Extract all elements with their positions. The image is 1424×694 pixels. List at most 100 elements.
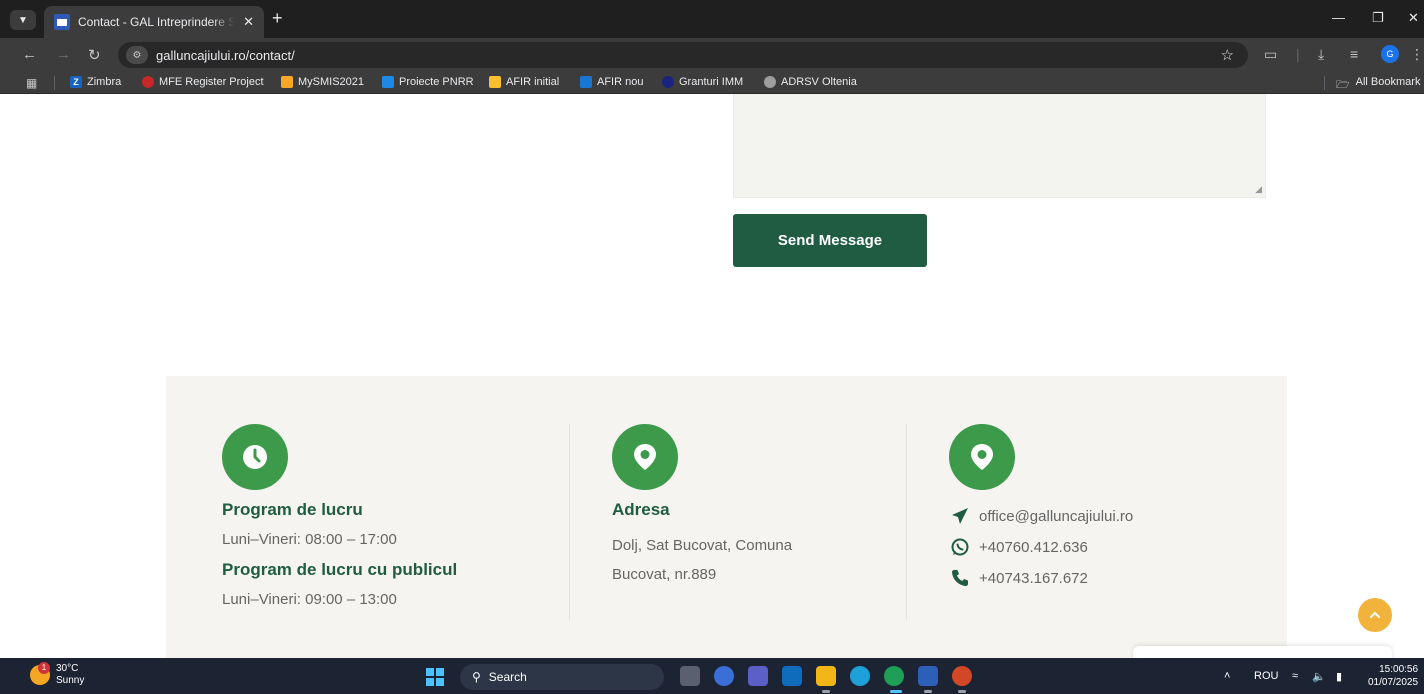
search-label: Search (488, 670, 527, 684)
address-line-2: Bucovat, nr.889 (612, 566, 717, 583)
bookmark-mysmis[interactable]: MySMIS2021 (281, 76, 364, 88)
download-icon[interactable]: ⤓ (1318, 46, 1324, 63)
globe-icon (764, 76, 776, 88)
clock-time: 15:00:56 (1379, 664, 1419, 675)
bookmark-adrsv-oltenia[interactable]: ADRSV Oltenia (764, 76, 857, 88)
weather-widget[interactable]: 1 30°C Sunny (30, 662, 85, 687)
public-schedule-heading: Program de lucru cu publicul (222, 560, 458, 579)
taskbar-search[interactable]: ⚲ Search (460, 664, 664, 690)
mfe-icon (142, 76, 154, 88)
language-indicator[interactable]: ROU (1254, 670, 1278, 682)
schedule-heading: Program de lucru (222, 500, 363, 519)
teams-icon[interactable] (748, 666, 768, 686)
active-tab[interactable]: Contact - GAL Intreprindere So ✕ (44, 6, 264, 38)
resize-grip-icon[interactable]: ◢ (1255, 184, 1262, 195)
apps-grid-icon[interactable]: ▦ (26, 76, 37, 90)
email-link[interactable]: office@galluncajiului.ro (950, 506, 1133, 526)
folder-icon: 🗁 (1336, 79, 1350, 91)
email-text[interactable]: office@galluncajiului.ro (979, 508, 1133, 525)
scroll-to-top-button[interactable] (1358, 598, 1392, 632)
bookmarks-divider-right (1324, 76, 1325, 90)
bookmark-afir-nou[interactable]: AFIR nou (580, 76, 643, 88)
close-tab-icon[interactable]: ✕ (243, 14, 254, 30)
map-pin-icon (949, 424, 1015, 490)
toolbar-divider: | (1296, 46, 1300, 62)
bookmark-afir-initial[interactable]: AFIR initial (489, 76, 559, 88)
wifi-icon[interactable]: ≈ (1292, 670, 1298, 682)
minimize-icon[interactable]: — (1332, 10, 1345, 25)
url-text[interactable]: galluncajiului.ro/contact/ (156, 48, 295, 63)
outlook-icon[interactable] (782, 666, 802, 686)
address-bar[interactable]: ⚙ galluncajiului.ro/contact/ ☆ (118, 42, 1248, 68)
all-bookmarks-folder[interactable]: 🗁 All Bookmark (1336, 76, 1420, 95)
reading-list-icon[interactable]: ≡ (1350, 46, 1358, 62)
restore-icon[interactable]: ❐ (1372, 10, 1384, 26)
profile-avatar[interactable]: G (1381, 45, 1399, 63)
powerpoint-icon[interactable] (952, 666, 972, 686)
close-window-icon[interactable]: ✕ (1408, 10, 1419, 26)
notification-badge: 1 (38, 662, 50, 674)
schedule-hours: Luni–Vineri: 08:00 – 17:00 (222, 531, 397, 548)
send-message-button[interactable]: Send Message (733, 214, 927, 267)
whatsapp-text[interactable]: +40760.412.636 (979, 539, 1088, 556)
bookmark-zimbra[interactable]: Z Zimbra (70, 76, 121, 88)
afir-initial-icon (489, 76, 501, 88)
phone-text[interactable]: +40743.167.672 (979, 570, 1088, 587)
column-divider (906, 424, 907, 620)
all-bookmarks-label: All Bookmark (1355, 76, 1421, 88)
zimbra-icon: Z (70, 76, 82, 88)
page-content: ◢ Send Message Program de lucru Luni–Vin… (0, 94, 1424, 658)
column-divider (569, 424, 570, 620)
whatsapp-link[interactable]: +40760.412.636 (950, 537, 1088, 557)
mysmis-icon (281, 76, 293, 88)
chat-widget[interactable] (1133, 646, 1392, 658)
task-view-icon[interactable] (680, 666, 700, 686)
copilot-icon[interactable] (714, 666, 734, 686)
granturi-icon (662, 76, 674, 88)
bookmark-mfe-register[interactable]: MFE Register Project (142, 76, 264, 88)
chevron-up-icon (1370, 611, 1380, 618)
battery-icon[interactable]: ▮ (1336, 670, 1342, 683)
extensions-icon[interactable]: ▭ (1264, 46, 1277, 63)
forward-icon[interactable]: → (56, 46, 71, 63)
back-icon[interactable]: ← (22, 46, 37, 63)
bookmark-granturi-imm[interactable]: Granturi IMM (662, 76, 743, 88)
chrome-icon[interactable] (884, 666, 904, 686)
windows-start-icon[interactable] (426, 668, 444, 686)
bookmark-label: Proiecte PNRR (399, 76, 474, 88)
clock-date: 01/07/2025 (1368, 677, 1419, 688)
tab-title: Contact - GAL Intreprindere So (78, 15, 236, 29)
system-clock[interactable]: 15:00:56 01/07/2025 (1368, 663, 1418, 689)
running-indicator (924, 690, 932, 693)
site-favicon-icon (54, 14, 70, 30)
tab-search-button[interactable]: ▼ (10, 10, 36, 30)
map-pin-icon (612, 424, 678, 490)
volume-icon[interactable]: 🔈 (1312, 670, 1326, 683)
bookmark-label: AFIR initial (506, 76, 560, 88)
bookmark-label: Granturi IMM (679, 76, 744, 88)
running-indicator (822, 690, 830, 693)
tab-bar: ▼ Contact - GAL Intreprindere So ✕ + — ❐… (0, 0, 1424, 38)
message-textarea[interactable]: ◢ (733, 94, 1266, 198)
reload-icon[interactable]: ↻ (88, 46, 101, 64)
word-icon[interactable] (918, 666, 938, 686)
whatsapp-icon (951, 538, 969, 556)
weather-condition: Sunny (56, 675, 85, 686)
search-icon: ⚲ (472, 670, 481, 684)
paper-plane-icon (952, 508, 968, 524)
running-indicator (958, 690, 966, 693)
bookmark-proiecte-pnrr[interactable]: Proiecte PNRR (382, 76, 474, 88)
menu-icon[interactable]: ⋮ (1410, 46, 1424, 63)
edge-icon[interactable] (850, 666, 870, 686)
bookmark-label: Zimbra (87, 76, 122, 88)
toolbar: ← → ↻ ⚙ galluncajiului.ro/contact/ ☆ ▭ |… (0, 38, 1424, 72)
bookmark-star-icon[interactable]: ☆ (1221, 46, 1234, 64)
file-explorer-icon[interactable] (816, 666, 836, 686)
running-indicator (890, 690, 902, 693)
phone-link[interactable]: +40743.167.672 (950, 568, 1088, 588)
windows-taskbar: 1 30°C Sunny ⚲ Search ˄ ROU ≈ 🔈 ▮ 15:00:… (0, 658, 1424, 694)
afir-nou-icon (580, 76, 592, 88)
new-tab-button[interactable]: + (272, 8, 283, 29)
chevron-up-icon[interactable]: ˄ (1224, 670, 1230, 682)
site-info-icon[interactable]: ⚙ (126, 46, 148, 64)
